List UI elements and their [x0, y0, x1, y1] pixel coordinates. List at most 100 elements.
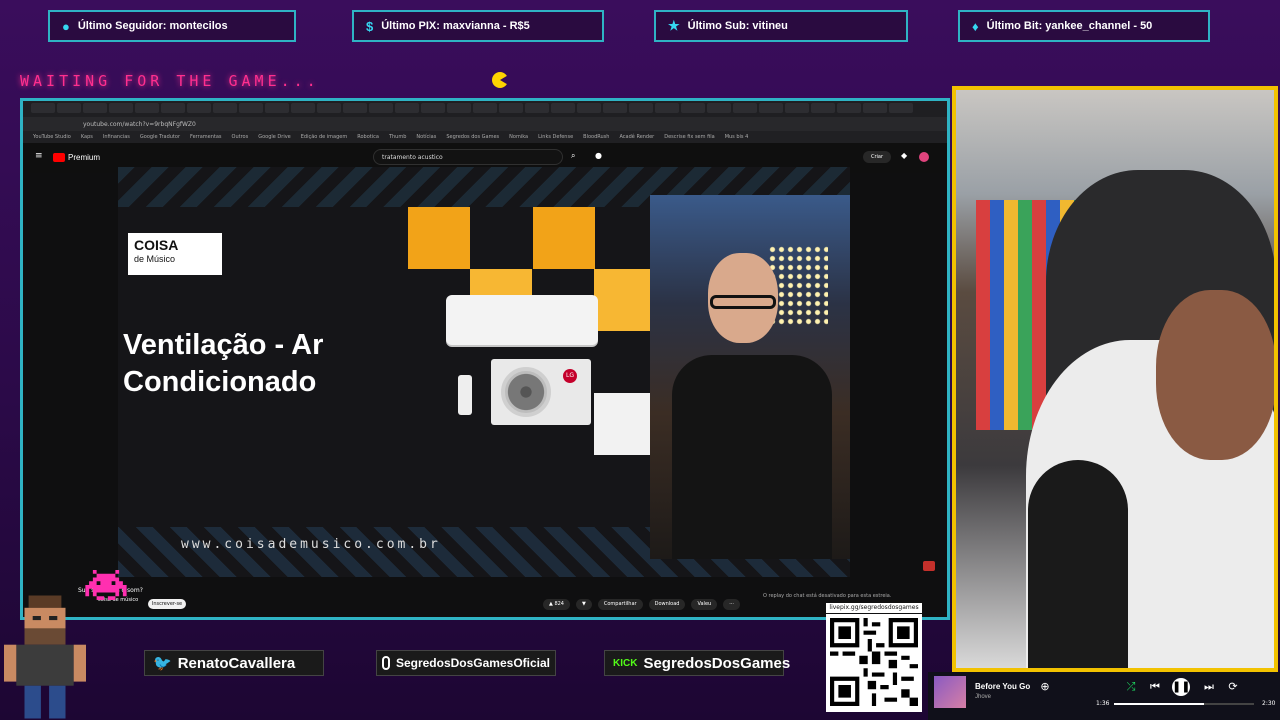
browser-tab[interactable] — [187, 103, 211, 113]
bookmark[interactable]: Kaps — [81, 134, 93, 140]
browser-tab[interactable] — [889, 103, 913, 113]
browser-tab[interactable] — [239, 103, 263, 113]
progress-bar[interactable] — [1114, 703, 1254, 705]
browser-tab[interactable] — [759, 103, 783, 113]
slide-title-line1: Ventilação - Ar — [123, 329, 324, 361]
browser-tab[interactable] — [655, 103, 679, 113]
elapsed-time: 1:36 — [1096, 700, 1110, 707]
search-text[interactable]: tratamento acustico — [382, 154, 443, 161]
lg-logo: LG — [563, 369, 577, 383]
alert-bits: ♦ Último Bit: yankee_channel - 50 — [958, 10, 1210, 42]
bookmark[interactable]: Ferramentas — [190, 134, 222, 140]
dollar-icon: $ — [366, 18, 374, 34]
video-player[interactable]: COISA de Músico Ventilação - Ar Condiciona… — [118, 167, 850, 577]
browser-tab[interactable] — [265, 103, 289, 113]
browser-tab[interactable] — [473, 103, 497, 113]
alert-follower: ● Último Seguidor: montecilos — [48, 10, 296, 42]
bookmark[interactable]: Thumb — [389, 134, 406, 140]
browser-tab[interactable] — [83, 103, 107, 113]
browser-tab-bar[interactable] — [23, 101, 947, 117]
alert-text: Último Seguidor: montecilos — [77, 20, 228, 32]
bookmark[interactable]: Links Defense — [538, 134, 573, 140]
kick-text: SegredosDosGames — [643, 654, 791, 672]
microphone-icon[interactable]: ● — [595, 151, 602, 160]
browser-tab[interactable] — [733, 103, 757, 113]
browser-tab[interactable] — [551, 103, 575, 113]
url-text[interactable]: youtube.com/watch?v=9rbqNFgfWZ0 — [83, 121, 196, 128]
browser-tab[interactable] — [57, 103, 81, 113]
next-icon[interactable]: ⏭ — [1200, 678, 1218, 696]
previous-icon[interactable]: ⏮ — [1146, 678, 1164, 696]
slide-title-line2: Condicionado — [123, 366, 317, 398]
bookmark[interactable]: BloodRush — [583, 134, 609, 140]
more-button[interactable]: ··· — [723, 599, 740, 610]
bookmark[interactable]: YouTube Studio — [33, 134, 71, 140]
bookmark[interactable]: Google Tradutor — [140, 134, 180, 140]
create-button[interactable]: Criar — [863, 151, 891, 163]
share-button[interactable]: Compartilhar — [597, 599, 643, 610]
browser-tab[interactable] — [291, 103, 315, 113]
pause-button[interactable]: ❚❚ — [1172, 678, 1190, 696]
browser-tab[interactable] — [837, 103, 861, 113]
browser-tab[interactable] — [135, 103, 159, 113]
bookmark[interactable]: Acadê Render — [619, 134, 654, 140]
bell-icon[interactable]: ◆ — [901, 151, 907, 160]
address-bar[interactable]: youtube.com/watch?v=9rbqNFgfWZ0 — [23, 117, 947, 131]
bookmark[interactable]: Segredos dos Games — [446, 134, 499, 140]
thanks-button[interactable]: Valeu — [691, 599, 718, 610]
dislike-button[interactable]: ▼ — [575, 599, 592, 610]
search-input[interactable]: tratamento acustico — [373, 149, 563, 165]
browser-tab[interactable] — [395, 103, 419, 113]
bookmark[interactable]: Nomika — [509, 134, 528, 140]
slide-website: www.coisademusico.com.br — [181, 537, 441, 552]
browser-tab[interactable] — [31, 103, 55, 113]
repeat-icon[interactable]: ⟳ — [1224, 678, 1242, 696]
download-label: Download — [654, 601, 680, 607]
browser-tab[interactable] — [421, 103, 445, 113]
browser-tab[interactable] — [681, 103, 705, 113]
browser-tab[interactable] — [447, 103, 471, 113]
bookmark[interactable]: Infinancias — [103, 134, 130, 140]
instagram-text: SegredosDosGamesOficial — [395, 656, 550, 670]
youtube-logo[interactable]: Premium — [53, 153, 100, 162]
menu-icon[interactable]: ≡ — [35, 151, 43, 161]
browser-tab[interactable] — [343, 103, 367, 113]
browser-tab[interactable] — [707, 103, 731, 113]
add-icon[interactable]: ⊕ — [1036, 678, 1054, 696]
bookmark[interactable]: Descrise fix sem fila — [664, 134, 714, 140]
star-icon: ★ — [668, 18, 680, 33]
yellow-square — [594, 269, 656, 331]
browser-tab[interactable] — [863, 103, 887, 113]
bookmark[interactable]: Notícias — [416, 134, 436, 140]
album-art — [934, 676, 966, 708]
browser-tab[interactable] — [109, 103, 133, 113]
browser-tab[interactable] — [317, 103, 341, 113]
search-icon[interactable]: ⌕ — [571, 151, 575, 161]
browser-tab[interactable] — [811, 103, 835, 113]
download-button[interactable]: Download — [648, 599, 686, 610]
bookmark[interactable]: Mus bis 4 — [725, 134, 749, 140]
browser-tab[interactable] — [525, 103, 549, 113]
slide-title: Ventilação - Ar Condicionado — [123, 327, 323, 401]
browser-tab[interactable] — [577, 103, 601, 113]
browser-tab[interactable] — [499, 103, 523, 113]
browser-tab[interactable] — [629, 103, 653, 113]
browser-tab[interactable] — [369, 103, 393, 113]
track-artist: Jhove — [975, 694, 992, 700]
youtube-mini-icon[interactable] — [923, 561, 935, 571]
bookmark[interactable]: Outros — [232, 134, 249, 140]
subscribe-button[interactable]: Inscrever-se — [148, 599, 186, 609]
bookmark[interactable]: Edição de imagem — [301, 134, 347, 140]
shuffle-icon[interactable]: ⤮ — [1122, 678, 1140, 696]
bookmark[interactable]: Google Drive — [258, 134, 291, 140]
browser-tab[interactable] — [213, 103, 237, 113]
browser-tab[interactable] — [785, 103, 809, 113]
thanks-label: Valeu — [697, 601, 712, 607]
browser-tab[interactable] — [603, 103, 627, 113]
avatar[interactable] — [919, 152, 929, 162]
like-button[interactable]: ▲ 824 — [543, 599, 570, 610]
fan-icon — [501, 367, 551, 417]
bookmark[interactable]: Robotica — [357, 134, 379, 140]
browser-tab[interactable] — [161, 103, 185, 113]
remote-control — [458, 375, 472, 415]
